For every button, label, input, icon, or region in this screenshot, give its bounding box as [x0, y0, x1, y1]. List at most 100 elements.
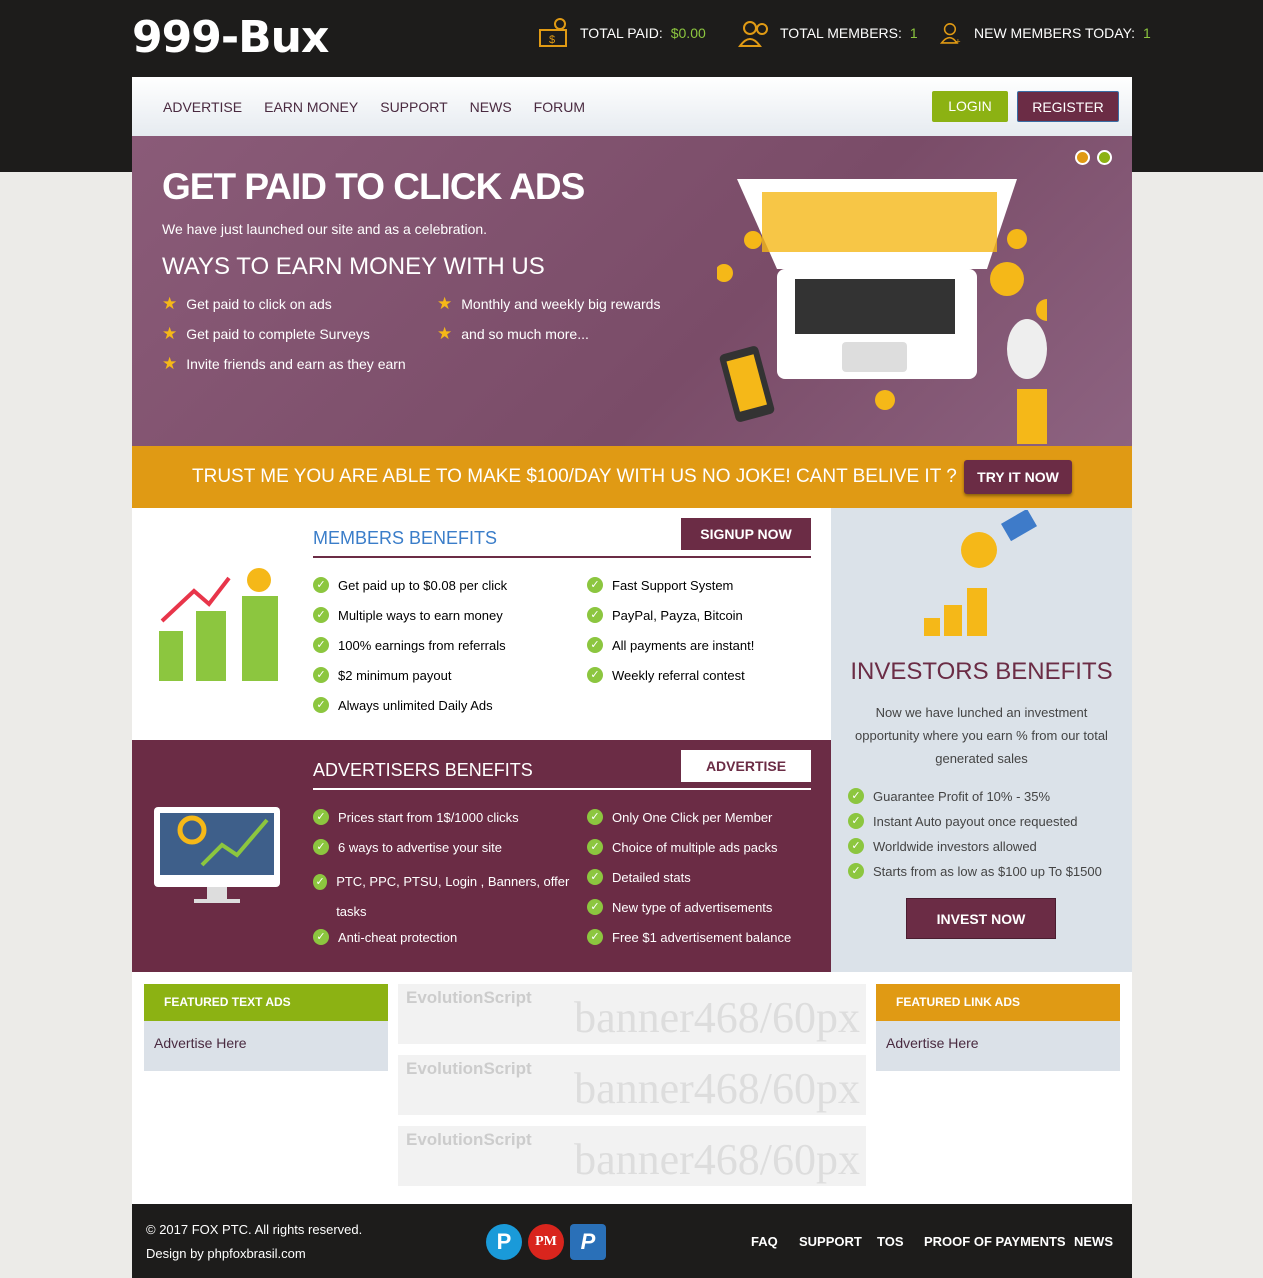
benefit-item: ✓ Worldwide investors allowed [848, 838, 1037, 854]
design-credit[interactable]: Design by phpfoxbrasil.com [146, 1246, 306, 1261]
stat-label: TOTAL PAID: [580, 25, 663, 41]
footer-link-news[interactable]: NEWS [1074, 1234, 1113, 1249]
footer-link-faq[interactable]: FAQ [751, 1234, 778, 1249]
check-icon: ✓ [848, 838, 864, 854]
check-icon: ✓ [587, 637, 603, 653]
check-icon: ✓ [313, 607, 329, 623]
benefit-item: ✓ Weekly referral contest [587, 667, 745, 683]
star-icon: ★ [162, 354, 178, 373]
benefit-item: ✓ Multiple ways to earn money [313, 607, 503, 623]
benefit-text: 100% earnings from referrals [338, 637, 506, 653]
stat-total-members: TOTAL MEMBERS: 1 [738, 18, 918, 48]
money-icon: $ [539, 18, 567, 47]
advertise-button[interactable]: ADVERTISE [681, 750, 811, 782]
site-logo[interactable]: 999-Bux [132, 12, 329, 63]
trust-text: TRUST ME YOU ARE ABLE TO MAKE $100/DAY W… [192, 466, 957, 487]
benefit-item: ✓ Free $1 advertisement balance [587, 929, 791, 945]
stat-label: NEW MEMBERS TODAY: [974, 25, 1136, 41]
benefit-item: ✓ New type of advertisements [587, 899, 772, 915]
check-icon: ✓ [587, 839, 603, 855]
benefit-text: $2 minimum payout [338, 667, 452, 683]
users-icon [738, 21, 768, 47]
slider-dot[interactable] [1097, 150, 1112, 165]
benefit-text: Get paid up to $0.08 per click [338, 577, 508, 593]
benefit-item: ✓ PTC, PPC, PTSU, Login , Banners, offer … [313, 867, 573, 927]
banner-ad[interactable]: EvolutionScript banner468/60px [398, 1055, 866, 1115]
signup-now-button[interactable]: SIGNUP NOW [681, 518, 811, 550]
check-icon: ✓ [587, 607, 603, 623]
benefit-item: ✓ PayPal, Payza, Bitcoin [587, 607, 743, 623]
advertise-here-link[interactable]: Advertise Here [876, 1021, 1120, 1071]
stat-value: 1 [1143, 25, 1151, 41]
nav-news[interactable]: NEWS [470, 99, 512, 115]
svg-text:$: $ [549, 34, 555, 46]
register-button[interactable]: REGISTER [1017, 91, 1119, 122]
hero-item: ★ Monthly and weekly big rewards [437, 294, 660, 314]
nav-earn-money[interactable]: EARN MONEY [264, 99, 358, 115]
try-it-now-button[interactable]: TRY IT NOW [964, 460, 1072, 494]
benefit-item: ✓ Choice of multiple ads packs [587, 839, 777, 855]
benefit-text: 6 ways to advertise your site [338, 839, 503, 855]
star-icon: ★ [162, 324, 178, 343]
benefit-item: ✓ Fast Support System [587, 577, 733, 593]
members-title: MEMBERS BENEFITS [313, 528, 498, 548]
login-button[interactable]: LOGIN [932, 91, 1008, 122]
check-icon: ✓ [313, 637, 329, 653]
investors-title: INVESTORS BENEFITS [850, 658, 1113, 685]
nav-forum[interactable]: FORUM [534, 99, 585, 115]
members-header: MEMBERS BENEFITS SIGNUP NOW [313, 518, 811, 558]
benefit-item: ✓ Guarantee Profit of 10% - 35% [848, 788, 1050, 804]
footer-link-proof-of-payments[interactable]: PROOF OF PAYMENTS [924, 1234, 1066, 1249]
benefit-text: Multiple ways to earn money [338, 607, 503, 623]
trust-bar: TRUST ME YOU ARE ABLE TO MAKE $100/DAY W… [132, 446, 1132, 508]
advertise-here-link[interactable]: Advertise Here [144, 1021, 388, 1071]
slider-dot[interactable] [1075, 150, 1090, 165]
banner-ad[interactable]: EvolutionScript banner468/60px [398, 984, 866, 1044]
advertisers-header: ADVERTISERS BENEFITS ADVERTISE [313, 750, 811, 790]
paypal-icon: P [570, 1224, 606, 1260]
banner-brand: EvolutionScript [406, 1130, 532, 1149]
advertisers-title: ADVERTISERS BENEFITS [313, 760, 533, 780]
main-nav: ADVERTISE EARN MONEY SUPPORT NEWS FORUM … [132, 77, 1132, 136]
banner-text: banner468/60px [574, 1064, 860, 1113]
nav-support[interactable]: SUPPORT [380, 99, 447, 115]
benefit-text: Only One Click per Member [612, 809, 773, 825]
featured-text-ads-header: FEATURED TEXT ADS [144, 984, 388, 1021]
stat-value: 1 [909, 25, 918, 41]
benefit-item: ✓ Detailed stats [587, 869, 691, 885]
benefit-text: Instant Auto payout once requested [873, 813, 1078, 829]
footer-link-support[interactable]: SUPPORT [799, 1234, 862, 1249]
coins-hand-icon [924, 510, 1037, 636]
check-icon: ✓ [587, 809, 603, 825]
copyright: © 2017 FOX PTC. All rights reserved. [146, 1222, 363, 1237]
hero-title: GET PAID TO CLICK ADS [162, 166, 585, 207]
benefit-text: Prices start from 1$/1000 clicks [338, 809, 519, 825]
footer-link-tos[interactable]: TOS [877, 1234, 904, 1249]
investors-benefits: INVESTORS BENEFITS Now we have lunched a… [831, 508, 1132, 972]
banner-text: banner468/60px [574, 993, 860, 1042]
benefit-item: ✓ $2 minimum payout [313, 667, 451, 683]
hero-item: ★ Get paid to click on ads [162, 294, 332, 314]
check-icon: ✓ [587, 577, 603, 593]
check-icon: ✓ [848, 813, 864, 829]
star-icon: ★ [437, 324, 453, 343]
laptop-illustration [717, 179, 1047, 444]
hero-heading: WAYS TO EARN MONEY WITH US [162, 253, 545, 280]
invest-now-button[interactable]: INVEST NOW [906, 898, 1056, 939]
check-icon: ✓ [587, 667, 603, 683]
benefit-text: Guarantee Profit of 10% - 35% [873, 788, 1051, 804]
hero-item-text: and so much more... [461, 326, 589, 342]
benefit-text: All payments are instant! [612, 637, 755, 653]
banner-ad[interactable]: EvolutionScript banner468/60px [398, 1126, 866, 1186]
check-icon: ✓ [587, 929, 603, 945]
stat-new-members: + NEW MEMBERS TODAY: 1 [940, 18, 1151, 48]
footer: © 2017 FOX PTC. All rights reserved. Des… [132, 1204, 1132, 1278]
members-benefits: MEMBERS BENEFITS SIGNUP NOW ✓ Get paid up… [132, 508, 831, 740]
nav-advertise[interactable]: ADVERTISE [163, 99, 242, 115]
check-icon: ✓ [313, 839, 329, 855]
benefit-item: ✓ Always unlimited Daily Ads [313, 697, 493, 713]
benefit-text: New type of advertisements [612, 899, 773, 915]
featured-link-ads-header: FEATURED LINK ADS [876, 984, 1120, 1021]
hero-item: ★ and so much more... [437, 324, 589, 344]
growth-chart-icon [159, 568, 278, 681]
